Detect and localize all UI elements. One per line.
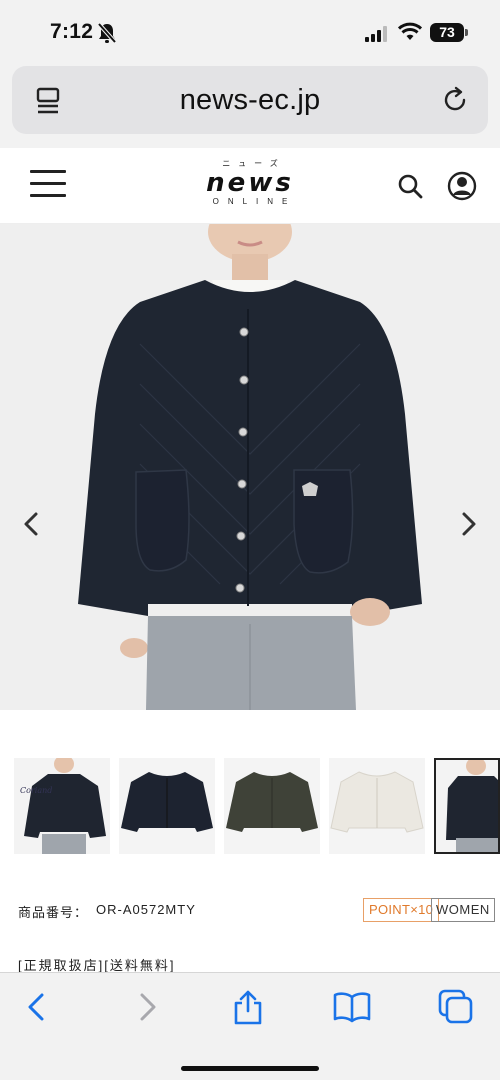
browser-toolbar [0, 972, 500, 1080]
thumbnail-1-image [14, 758, 110, 854]
thumbnail-1[interactable]: Coriand [14, 758, 110, 854]
browser-address-area: news-ec.jp [0, 62, 500, 148]
thumbnail-4[interactable] [329, 758, 425, 854]
jacket-photo [0, 224, 500, 710]
back-icon[interactable] [20, 989, 56, 1025]
reload-icon[interactable] [442, 86, 470, 114]
point-badge: POINT×10 [363, 898, 440, 922]
site-logo[interactable]: ニューズ news ONLINE [190, 158, 310, 216]
home-indicator[interactable] [181, 1066, 319, 1071]
product-main-image[interactable] [0, 224, 500, 710]
thumbnail-1-caption: Coriand [20, 786, 53, 795]
previous-image-arrow-icon[interactable] [12, 504, 52, 544]
category-badge: WOMEN [431, 898, 495, 922]
thumbnail-4-image [329, 758, 425, 854]
thumbnail-2-image [119, 758, 215, 854]
search-icon[interactable] [397, 173, 423, 199]
cellular-signal-icon [365, 26, 387, 42]
product-code-value: OR-A0572MTY [96, 902, 196, 917]
product-code-row: 商品番号： OR-A0572MTY POINT×10 WOMEN [18, 898, 495, 924]
account-icon[interactable] [447, 171, 477, 201]
address-bar[interactable]: news-ec.jp [12, 66, 488, 134]
thumbnail-3-image [224, 758, 320, 854]
hamburger-menu-icon[interactable] [30, 170, 66, 200]
site-header: ニューズ news ONLINE [0, 148, 500, 224]
battery-icon: 73 [430, 23, 468, 42]
bell-slash-icon [97, 22, 117, 44]
wifi-icon [398, 22, 422, 40]
thumbnail-3[interactable] [224, 758, 320, 854]
thumbnail-5[interactable] [434, 758, 500, 854]
product-code-label: 商品番号： [18, 905, 89, 920]
next-image-arrow-icon[interactable] [448, 504, 488, 544]
status-bar: 7:12 73 [0, 0, 500, 62]
bookmarks-icon[interactable] [332, 989, 372, 1025]
logo-wordmark: news [206, 168, 294, 198]
thumbnail-strip: Coriand [0, 758, 500, 856]
share-icon[interactable] [230, 989, 266, 1025]
forward-icon[interactable] [128, 989, 164, 1025]
thumbnail-5-image [436, 760, 498, 852]
status-time: 7:12 [50, 20, 94, 43]
url-text[interactable]: news-ec.jp [12, 84, 488, 117]
tabs-icon[interactable] [438, 989, 474, 1025]
thumbnail-2[interactable] [119, 758, 215, 854]
